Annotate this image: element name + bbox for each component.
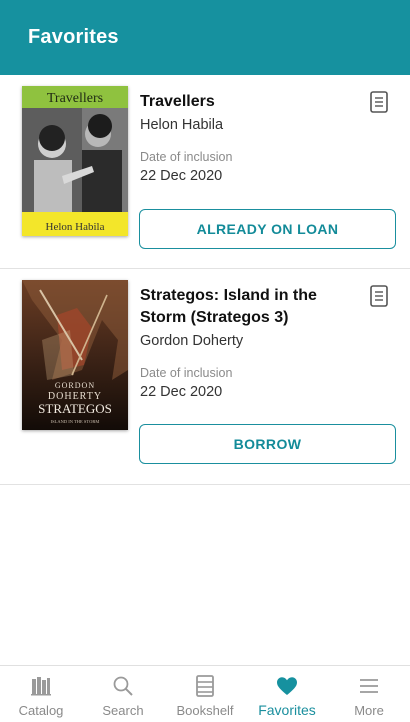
travellers-cover-image: Travellers Helon Habila [22,86,128,236]
page-title: Favorites [28,26,119,48]
book-info: Travellers Helon Habila Date of inclusio… [140,91,360,184]
favorites-list: Travellers Helon Habila Travellers Helon… [0,75,410,485]
cover-author-text: Helon Habila [46,221,105,233]
book-info: Strategos: Island in the Storm (Stratego… [140,285,360,400]
cover-series-title: STRATEGOS [38,401,112,416]
nav-item-search[interactable]: Search [82,666,164,722]
catalog-icon [31,677,51,696]
book-author: Gordon Doherty [140,333,244,349]
heart-icon [277,677,297,695]
nav-item-favorites[interactable]: Favorites [246,666,328,722]
book-cover[interactable]: GORDON DOHERTY STRATEGOS ISLAND IN THE S… [22,280,128,430]
nav-item-catalog[interactable]: Catalog [0,666,82,722]
book-title[interactable]: Travellers [140,91,360,113]
cover-subtitle: ISLAND IN THE STORM [51,419,100,424]
list-item[interactable]: GORDON DOHERTY STRATEGOS ISLAND IN THE S… [0,269,410,485]
cover-author-first: GORDON [55,381,95,390]
search-icon [113,676,133,696]
date-value: 22 Dec 2020 [140,168,223,184]
nav-label-favorites: Favorites [258,702,316,718]
menu-icon [360,679,378,693]
book-author: Helon Habila [140,117,224,133]
nav-item-bookshelf[interactable]: Bookshelf [164,666,246,722]
date-label: Date of inclusion [140,150,233,164]
nav-label-more: More [354,703,384,718]
bookshelf-icon [196,675,214,697]
document-icon[interactable] [370,91,388,113]
borrow-button[interactable]: BORROW [139,424,396,464]
already-on-loan-button[interactable]: ALREADY ON LOAN [139,209,396,249]
date-value: 22 Dec 2020 [140,384,223,400]
bottom-nav: Catalog Search Bookshelf Favorites More [0,665,410,722]
nav-label-search: Search [102,703,144,718]
document-icon[interactable] [370,285,388,307]
list-item[interactable]: Travellers Helon Habila Travellers Helon… [0,75,410,269]
nav-item-more[interactable]: More [328,666,410,722]
nav-label-bookshelf: Bookshelf [176,703,234,718]
book-title[interactable]: Strategos: Island in the Storm (Stratego… [140,285,360,329]
book-cover[interactable]: Travellers Helon Habila [22,86,128,236]
date-label: Date of inclusion [140,366,233,380]
cover-title-text: Travellers [47,91,103,106]
app-bar: Favorites [0,0,410,75]
strategos-cover-image: GORDON DOHERTY STRATEGOS ISLAND IN THE S… [22,280,128,430]
nav-label-catalog: Catalog [18,703,64,718]
